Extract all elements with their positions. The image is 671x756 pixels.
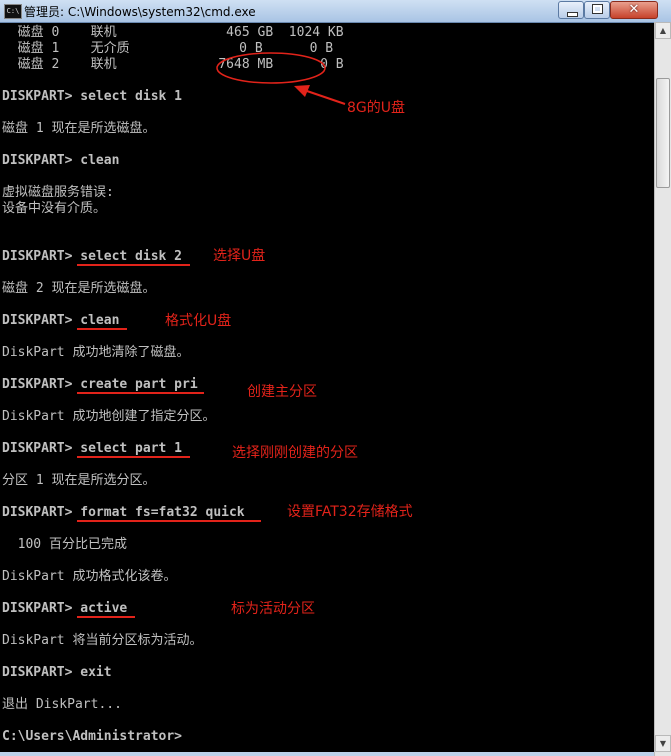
window-bottom-border <box>0 752 654 756</box>
minimize-button[interactable] <box>558 1 584 19</box>
scroll-up-button[interactable]: ▲ <box>655 22 671 39</box>
window-titlebar[interactable]: C:\ 管理员: C:\Windows\system32\cmd.exe ✕ <box>0 0 671 23</box>
scroll-up-icon: ▲ <box>659 26 667 35</box>
annotation-create-primary: 创建主分区 <box>247 384 317 400</box>
usb-arrow-shaft <box>303 89 346 105</box>
usb-size-circle <box>216 52 326 84</box>
command-underline <box>77 264 190 266</box>
scroll-down-icon: ▼ <box>659 739 667 748</box>
annotation-mark-active: 标为活动分区 <box>231 601 315 617</box>
scroll-down-button[interactable]: ▼ <box>655 735 671 752</box>
annotation-select-partition: 选择刚刚创建的分区 <box>232 445 358 461</box>
close-icon: ✕ <box>628 2 640 17</box>
annotation-overlay <box>216 52 346 105</box>
command-underline <box>77 392 204 394</box>
console-output[interactable]: 磁盘 0 联机 465 GB 1024 KB 磁盘 1 无介质 0 B 0 B … <box>0 22 654 752</box>
cmd-app-icon: C:\ <box>4 4 22 19</box>
vertical-scrollbar[interactable]: ▲ ▼ <box>654 22 671 756</box>
command-underline <box>77 616 135 618</box>
annotation-usb-8g: 8G的U盘 <box>347 100 406 116</box>
command-underline <box>77 328 127 330</box>
command-underline <box>77 456 190 458</box>
annotation-format-usb: 格式化U盘 <box>165 313 232 329</box>
annotation-set-fat32: 设置FAT32存储格式 <box>287 504 413 520</box>
command-underline <box>77 520 261 522</box>
close-button[interactable]: ✕ <box>610 1 658 19</box>
maximize-button[interactable] <box>584 1 610 19</box>
scrollbar-thumb[interactable] <box>656 78 670 188</box>
window-title: 管理员: C:\Windows\system32\cmd.exe <box>24 5 256 19</box>
annotation-select-usb: 选择U盘 <box>213 248 266 264</box>
minimize-icon <box>567 12 578 17</box>
maximize-icon <box>592 4 603 14</box>
